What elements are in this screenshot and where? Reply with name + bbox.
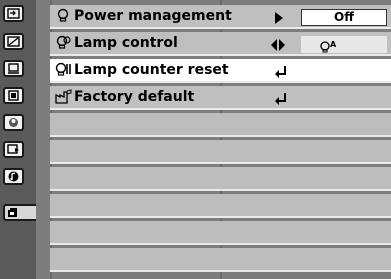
lamp-icon <box>55 35 73 51</box>
menu-item-lamp-control[interactable]: Lamp control A <box>50 32 391 56</box>
color-adjust-icon[interactable] <box>3 114 24 131</box>
enter-icon[interactable] <box>274 91 288 105</box>
setting-menu: Power management Off Lamp control A Lamp… <box>36 0 391 279</box>
empty-row <box>50 167 391 191</box>
empty-row <box>50 248 391 272</box>
menu-item-label: Lamp counter reset <box>74 62 229 78</box>
empty-row <box>50 140 391 164</box>
empty-row <box>50 194 391 218</box>
factory-icon <box>55 89 73 105</box>
menu-item-lamp-counter-reset[interactable]: Lamp counter reset <box>50 59 391 83</box>
pc-adjust-icon[interactable] <box>3 141 24 158</box>
image-select-icon[interactable] <box>3 87 24 104</box>
empty-row <box>50 221 391 245</box>
power-management-value[interactable]: Off <box>301 9 387 26</box>
menu-item-power-management[interactable]: Power management Off <box>50 5 391 29</box>
screen-icon[interactable] <box>3 60 24 77</box>
sound-icon[interactable] <box>3 168 24 185</box>
setting-icon[interactable] <box>3 204 37 221</box>
empty-row <box>50 113 391 137</box>
left-right-arrows-icon[interactable] <box>270 37 286 51</box>
bulb-icon <box>55 8 73 24</box>
lamp-reset-icon <box>55 62 73 78</box>
menu-category-sidebar <box>0 0 37 279</box>
menu-item-factory-default[interactable]: Factory default <box>50 86 391 110</box>
input-icon[interactable] <box>3 5 24 22</box>
menu-item-label: Lamp control <box>74 35 178 51</box>
enter-icon[interactable] <box>274 64 288 78</box>
lamp-mode-text: A <box>330 40 337 49</box>
menu-item-label: Power management <box>74 8 232 24</box>
right-arrow-icon[interactable] <box>274 10 284 24</box>
menu-item-label: Factory default <box>74 89 195 105</box>
picture-adjust-icon[interactable] <box>3 33 24 50</box>
lamp-control-value[interactable]: A <box>301 36 387 53</box>
